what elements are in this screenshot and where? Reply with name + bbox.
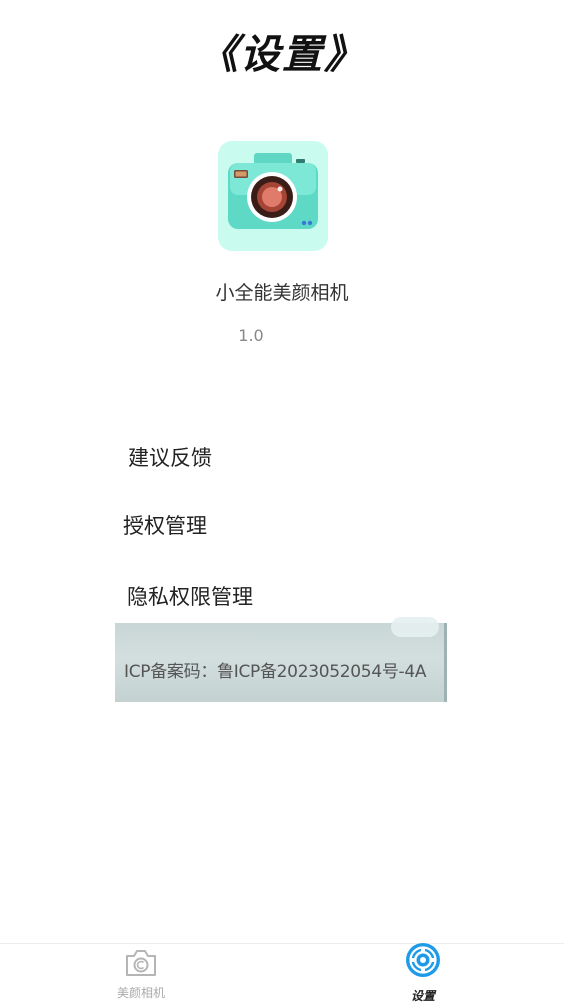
tab-label-beauty-camera: 美颜相机 xyxy=(116,986,165,1000)
tab-beauty-camera[interactable]: 美颜相机 xyxy=(81,944,201,1005)
tab-label-settings: 设置 xyxy=(410,989,435,1003)
tab-settings[interactable]: 设置 xyxy=(363,942,483,1005)
bottom-tab-bar: 美颜相机 设置 xyxy=(0,943,564,1005)
app-version: 1.0 xyxy=(238,326,264,345)
camera-outline-icon xyxy=(124,948,158,982)
page-title: 《设置》 xyxy=(198,31,366,78)
icp-record-text: ICP备案码：鲁ICP备2023052054号-4A xyxy=(124,662,427,682)
app-icon xyxy=(218,141,328,251)
privacy-permission-menu-item[interactable]: 隐私权限管理 xyxy=(127,581,253,611)
icp-record-banner: ICP备案码：鲁ICP备2023052054号-4A xyxy=(115,617,447,702)
banner-glare xyxy=(391,617,439,637)
camera-icon xyxy=(228,153,318,229)
app-name: 小全能美颜相机 xyxy=(215,282,349,304)
feedback-menu-item[interactable]: 建议反馈 xyxy=(128,442,212,472)
authorization-management-menu-item[interactable]: 授权管理 xyxy=(123,510,207,540)
gear-icon xyxy=(405,942,441,982)
